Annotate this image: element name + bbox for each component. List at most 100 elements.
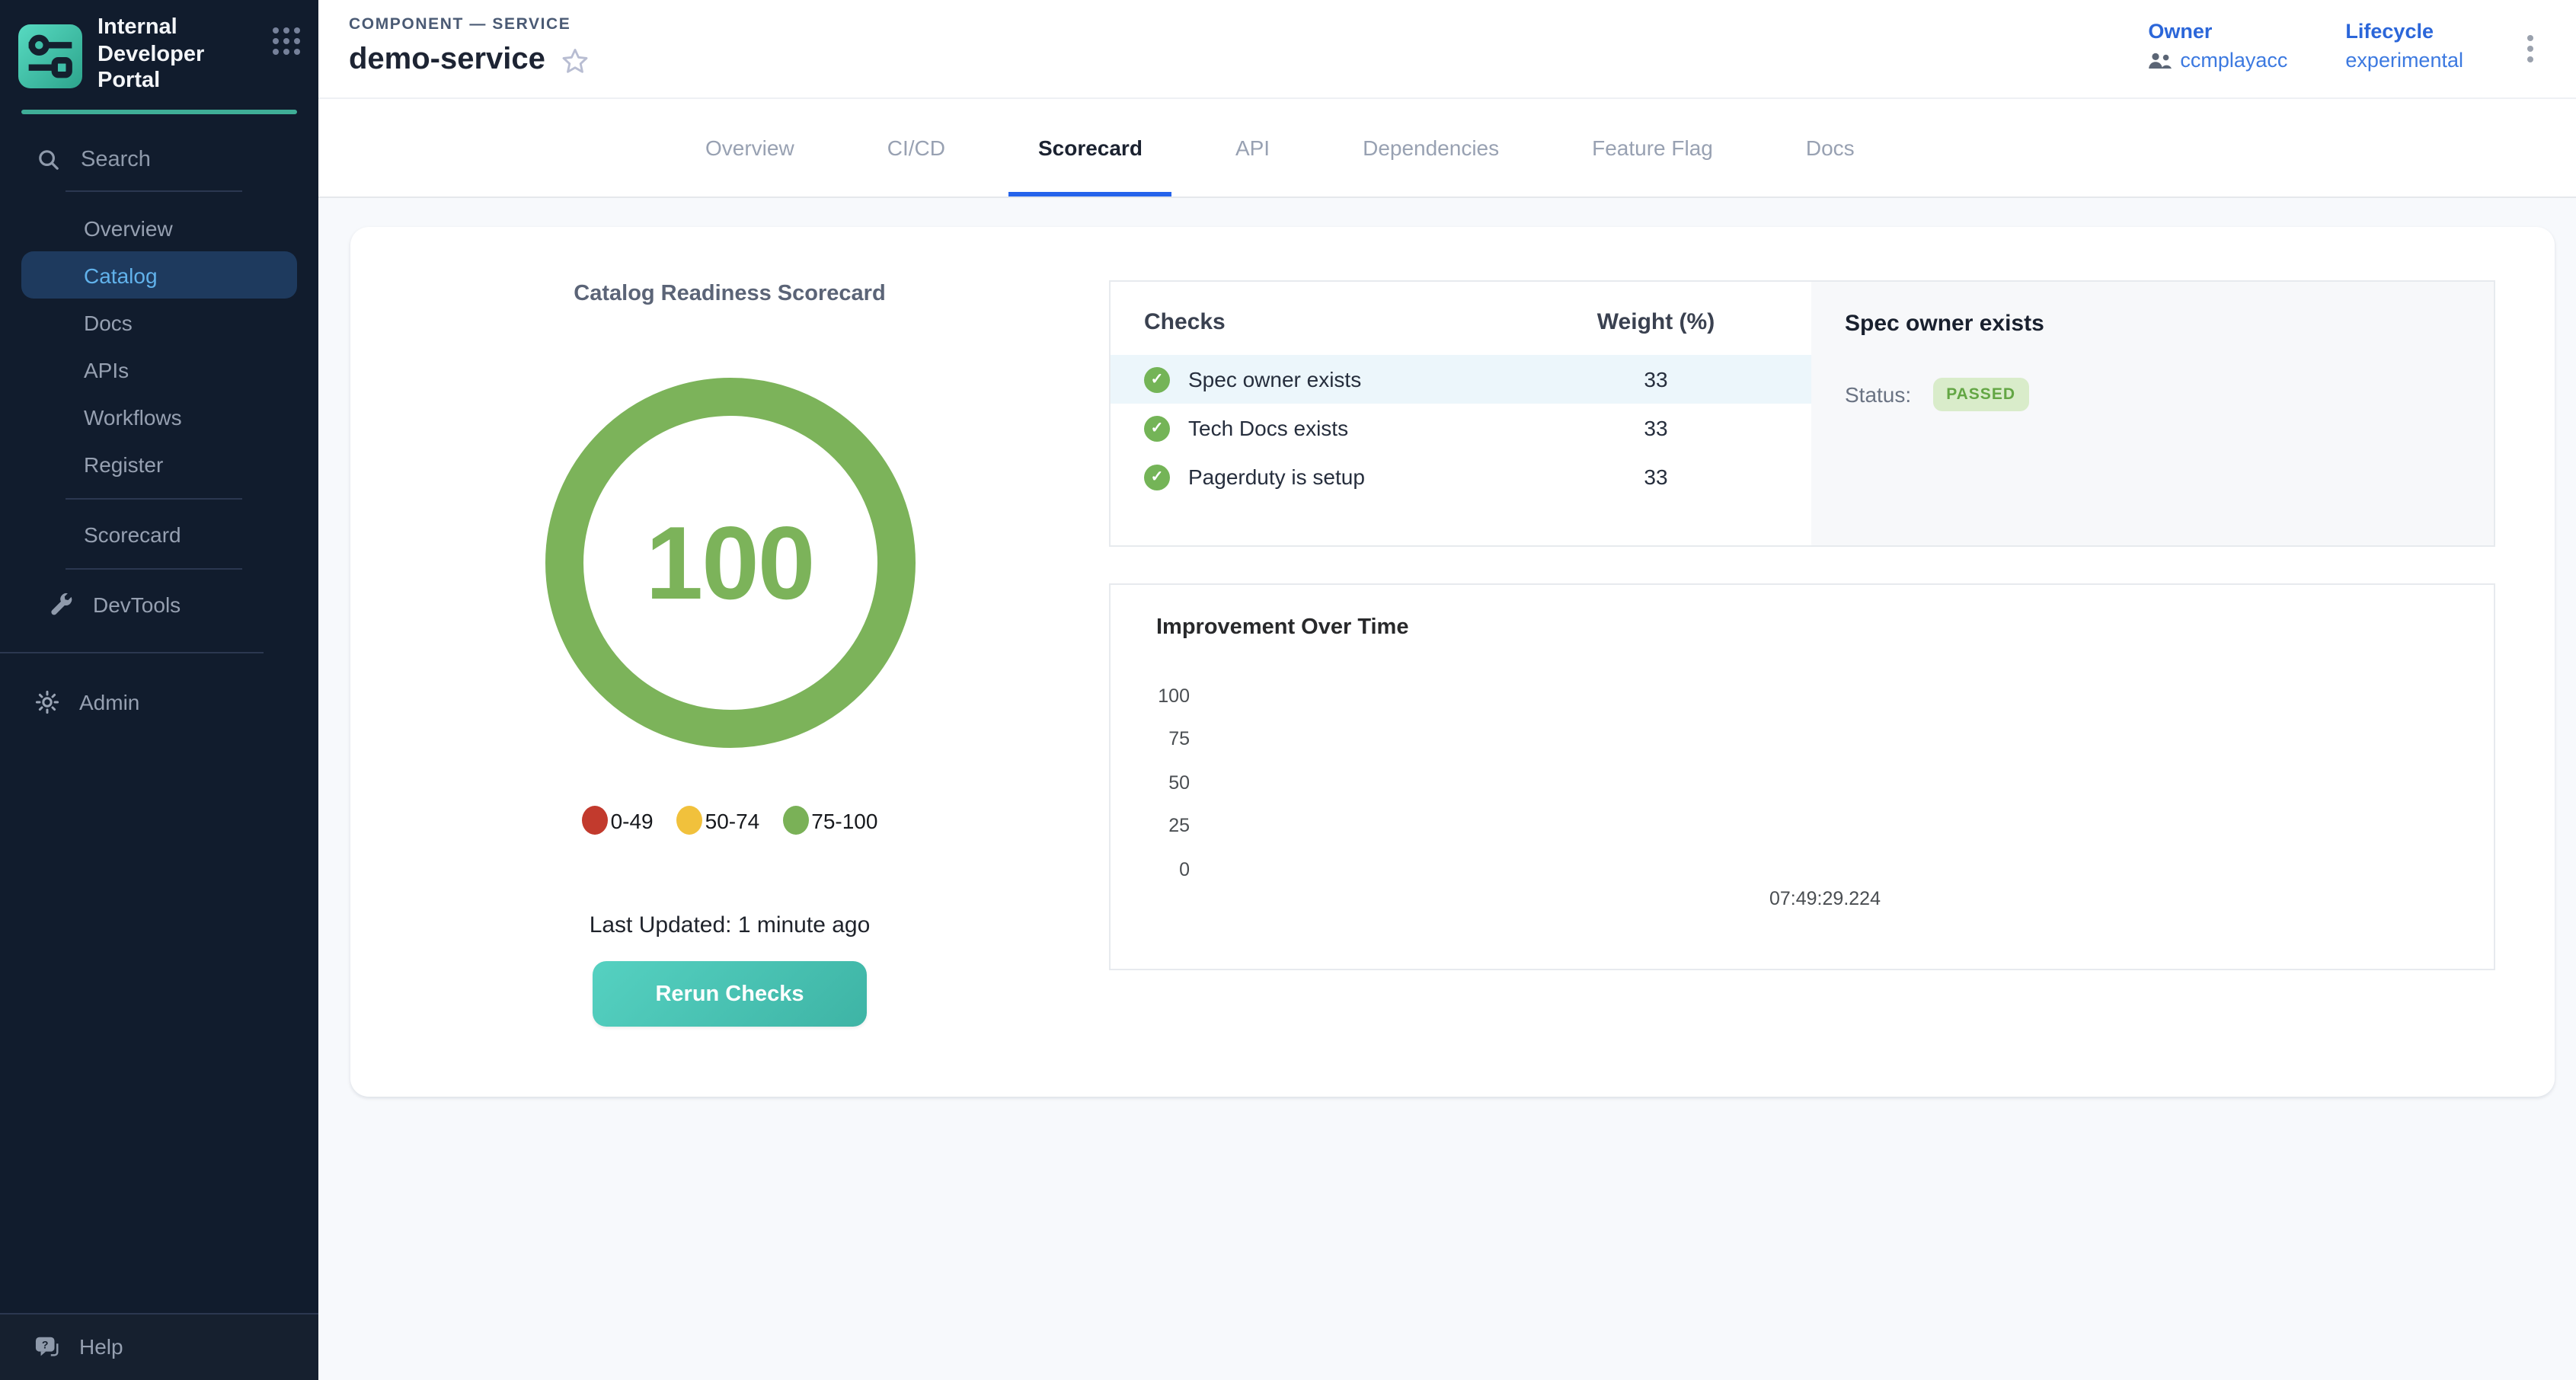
app-viewport: Internal Developer Portal Search Overvie…	[0, 0, 2576, 1380]
check-name: Tech Docs exists	[1188, 416, 1534, 440]
nav-divider	[66, 498, 242, 500]
checks-table-header: Checks Weight (%)	[1111, 303, 1811, 335]
check-detail-title: Spec owner exists	[1845, 311, 2460, 337]
check-passed-icon: ✓	[1144, 415, 1170, 441]
sidebar-item-scorecard[interactable]: Scorecard	[21, 510, 297, 557]
main-area: COMPONENT — SERVICE demo-service Owner	[318, 0, 2576, 1380]
lifecycle-label: Lifecycle	[2345, 20, 2463, 43]
tab-content: Catalog Readiness Scorecard 100 0-49	[318, 198, 2576, 1380]
checks-column-header: Checks	[1144, 309, 1534, 335]
gear-icon	[35, 690, 59, 714]
help-section: ? Help	[0, 1313, 318, 1380]
y-axis-tick: 100	[1129, 685, 1190, 707]
tab-docs[interactable]: Docs	[1803, 99, 1858, 196]
legend-label: 0-49	[611, 808, 654, 832]
admin-label: Admin	[79, 690, 139, 714]
rerun-checks-button[interactable]: Rerun Checks	[593, 961, 867, 1027]
kebab-menu-icon[interactable]	[2521, 26, 2539, 72]
sidebar-item-overview[interactable]: Overview	[21, 204, 297, 251]
sidebar-search-label: Search	[81, 148, 151, 172]
check-name: Pagerduty is setup	[1188, 465, 1534, 489]
check-row-tech-docs[interactable]: ✓ Tech Docs exists 33	[1111, 404, 1811, 452]
lifecycle-value: experimental	[2345, 49, 2463, 72]
entity-header: COMPONENT — SERVICE demo-service Owner	[318, 0, 2576, 99]
y-axis-tick: 0	[1129, 859, 1190, 880]
breadcrumb: COMPONENT — SERVICE	[349, 15, 590, 34]
check-weight: 33	[1534, 367, 1778, 391]
score-value: 100	[543, 376, 916, 749]
legend-item-mid: 50-74	[676, 806, 760, 835]
group-icon	[2148, 51, 2172, 69]
nav-divider	[66, 568, 242, 570]
legend-dot-yellow	[676, 806, 702, 835]
owner-label: Owner	[2148, 20, 2287, 43]
last-updated-text: Last Updated: 1 minute ago	[590, 912, 871, 938]
owner-block: Owner ccmplayacc	[2148, 20, 2287, 72]
check-row-pagerduty[interactable]: ✓ Pagerduty is setup 33	[1111, 452, 1811, 501]
x-axis-tick: 07:49:29.224	[1718, 888, 1932, 909]
wrench-icon	[50, 593, 73, 615]
entity-meta: Owner ccmplayacc Lifecycle experimental	[2148, 0, 2539, 97]
legend-label: 75-100	[811, 808, 877, 832]
y-axis-tick: 50	[1129, 772, 1190, 794]
scorecard-title: Catalog Readiness Scorecard	[574, 282, 885, 306]
sidebar-item-label: Workflows	[84, 404, 182, 429]
y-axis-tick: 75	[1129, 728, 1190, 749]
owner-link[interactable]: ccmplayacc	[2180, 49, 2287, 72]
tab-overview[interactable]: Overview	[702, 99, 797, 196]
sidebar-item-help[interactable]: ? Help	[35, 1334, 297, 1359]
y-axis-tick: 25	[1129, 815, 1190, 836]
legend-item-low: 0-49	[582, 806, 654, 835]
sidebar-item-register[interactable]: Register	[21, 440, 297, 487]
sidebar-item-devtools[interactable]: DevTools	[21, 580, 297, 628]
sidebar-item-catalog[interactable]: Catalog	[21, 251, 297, 299]
tab-cicd[interactable]: CI/CD	[884, 99, 948, 196]
check-weight: 33	[1534, 416, 1778, 440]
svg-text:?: ?	[42, 1338, 49, 1350]
sidebar-item-label: DevTools	[93, 592, 181, 616]
portal-logo-icon	[18, 24, 82, 88]
sidebar-item-workflows[interactable]: Workflows	[21, 393, 297, 440]
sidebar-item-label: APIs	[84, 357, 129, 382]
sidebar: Internal Developer Portal Search Overvie…	[0, 0, 318, 1380]
score-gauge: 100	[543, 376, 916, 749]
sidebar-nav: Overview Catalog Docs APIs Workflows Reg…	[0, 195, 318, 628]
scorecard-card: Catalog Readiness Scorecard 100 0-49	[350, 227, 2555, 1097]
check-row-spec-owner[interactable]: ✓ Spec owner exists 33	[1111, 355, 1811, 404]
legend-item-high: 75-100	[782, 806, 877, 835]
sidebar-spacer	[0, 714, 318, 1313]
check-name: Spec owner exists	[1188, 367, 1534, 391]
page-title: demo-service	[349, 43, 545, 78]
chart-title: Improvement Over Time	[1156, 615, 1409, 640]
tab-feature-flag[interactable]: Feature Flag	[1589, 99, 1716, 196]
tab-api[interactable]: API	[1232, 99, 1273, 196]
checks-panel: Checks Weight (%) ✓ Spec owner exists 33…	[1109, 280, 2495, 547]
status-label: Status:	[1845, 382, 1911, 407]
help-chat-icon: ?	[35, 1335, 61, 1358]
tab-dependencies[interactable]: Dependencies	[1360, 99, 1502, 196]
tab-scorecard[interactable]: Scorecard	[1035, 99, 1146, 196]
checks-table: Checks Weight (%) ✓ Spec owner exists 33…	[1111, 282, 1811, 545]
sidebar-item-apis[interactable]: APIs	[21, 346, 297, 393]
logo-row: Internal Developer Portal	[0, 0, 318, 110]
sidebar-item-docs[interactable]: Docs	[21, 299, 297, 346]
favorite-star-icon[interactable]	[561, 47, 590, 76]
app-title: Internal Developer Portal	[97, 15, 257, 96]
sidebar-search[interactable]: Search	[0, 114, 318, 184]
sidebar-item-label: Scorecard	[84, 522, 181, 546]
sidebar-item-label: Docs	[84, 310, 133, 334]
check-weight: 33	[1534, 465, 1778, 489]
sidebar-item-admin[interactable]: Admin	[0, 653, 318, 714]
app-grid-icon[interactable]	[273, 27, 300, 55]
legend-label: 50-74	[705, 808, 760, 832]
lifecycle-block: Lifecycle experimental	[2345, 20, 2463, 72]
score-summary: Catalog Readiness Scorecard 100 0-49	[350, 227, 1109, 1027]
legend-dot-red	[582, 806, 608, 835]
entity-info: COMPONENT — SERVICE demo-service	[349, 0, 590, 97]
check-passed-icon: ✓	[1144, 366, 1170, 392]
check-detail-panel: Spec owner exists Status: PASSED	[1811, 282, 2494, 545]
weight-column-header: Weight (%)	[1534, 309, 1778, 335]
entity-tabs: Overview CI/CD Scorecard API Dependencie…	[318, 99, 2576, 198]
score-legend: 0-49 50-74 75-100	[582, 806, 878, 835]
legend-dot-green	[782, 806, 808, 835]
